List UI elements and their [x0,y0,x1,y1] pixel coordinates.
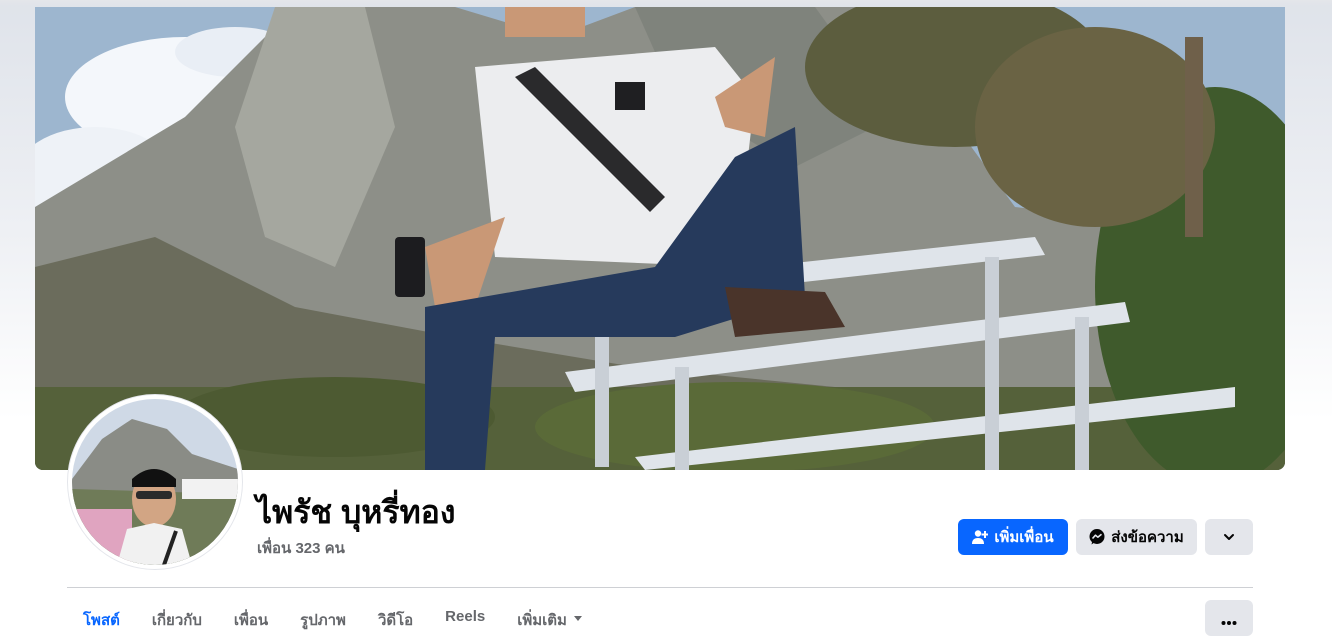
profile-options-button[interactable] [1205,519,1253,555]
message-label: ส่งข้อความ [1111,529,1184,546]
add-person-icon [972,529,989,545]
cover-photo[interactable] [35,7,1285,470]
add-friend-button[interactable]: เพิ่มเพื่อน [958,519,1068,555]
caret-down-icon [573,608,583,627]
tab-label: เพิ่มเติม [517,612,567,629]
message-button[interactable]: ส่งข้อความ [1076,519,1197,555]
tab-more[interactable]: เพิ่มเติม [501,600,599,630]
tab-label: วิดีโอ [377,612,414,629]
tab-label: เพื่อน [233,612,269,629]
avatar[interactable] [68,395,242,569]
tab-label: Reels [445,608,486,625]
tab-label: โพสต์ [83,612,120,629]
tab-reels[interactable]: Reels [429,600,501,630]
tab-videos[interactable]: วิดีโอ [362,600,429,630]
divider [67,587,1253,588]
header-shadow [0,0,1332,7]
profile-name: ไพรัช บุหรี่ทอง [256,494,456,530]
friend-count[interactable]: เพื่อน 323 คน [257,536,345,560]
more-options-button[interactable] [1205,600,1253,636]
tab-photos[interactable]: รูปภาพ [284,600,362,630]
add-friend-label: เพิ่มเพื่อน [994,529,1054,546]
tab-posts[interactable]: โพสต์ [67,600,136,630]
tab-label: เกี่ยวกับ [151,612,202,629]
chevron-down-icon [1222,530,1236,544]
messenger-icon [1089,529,1105,545]
more-dots-icon [1221,610,1237,631]
tab-about[interactable]: เกี่ยวกับ [136,600,218,630]
tab-label: รูปภาพ [300,612,346,629]
profile-tabs: โพสต์ เกี่ยวกับ เพื่อน รูปภาพ วิดีโอ Ree… [67,600,599,630]
tab-friends[interactable]: เพื่อน [218,600,284,630]
